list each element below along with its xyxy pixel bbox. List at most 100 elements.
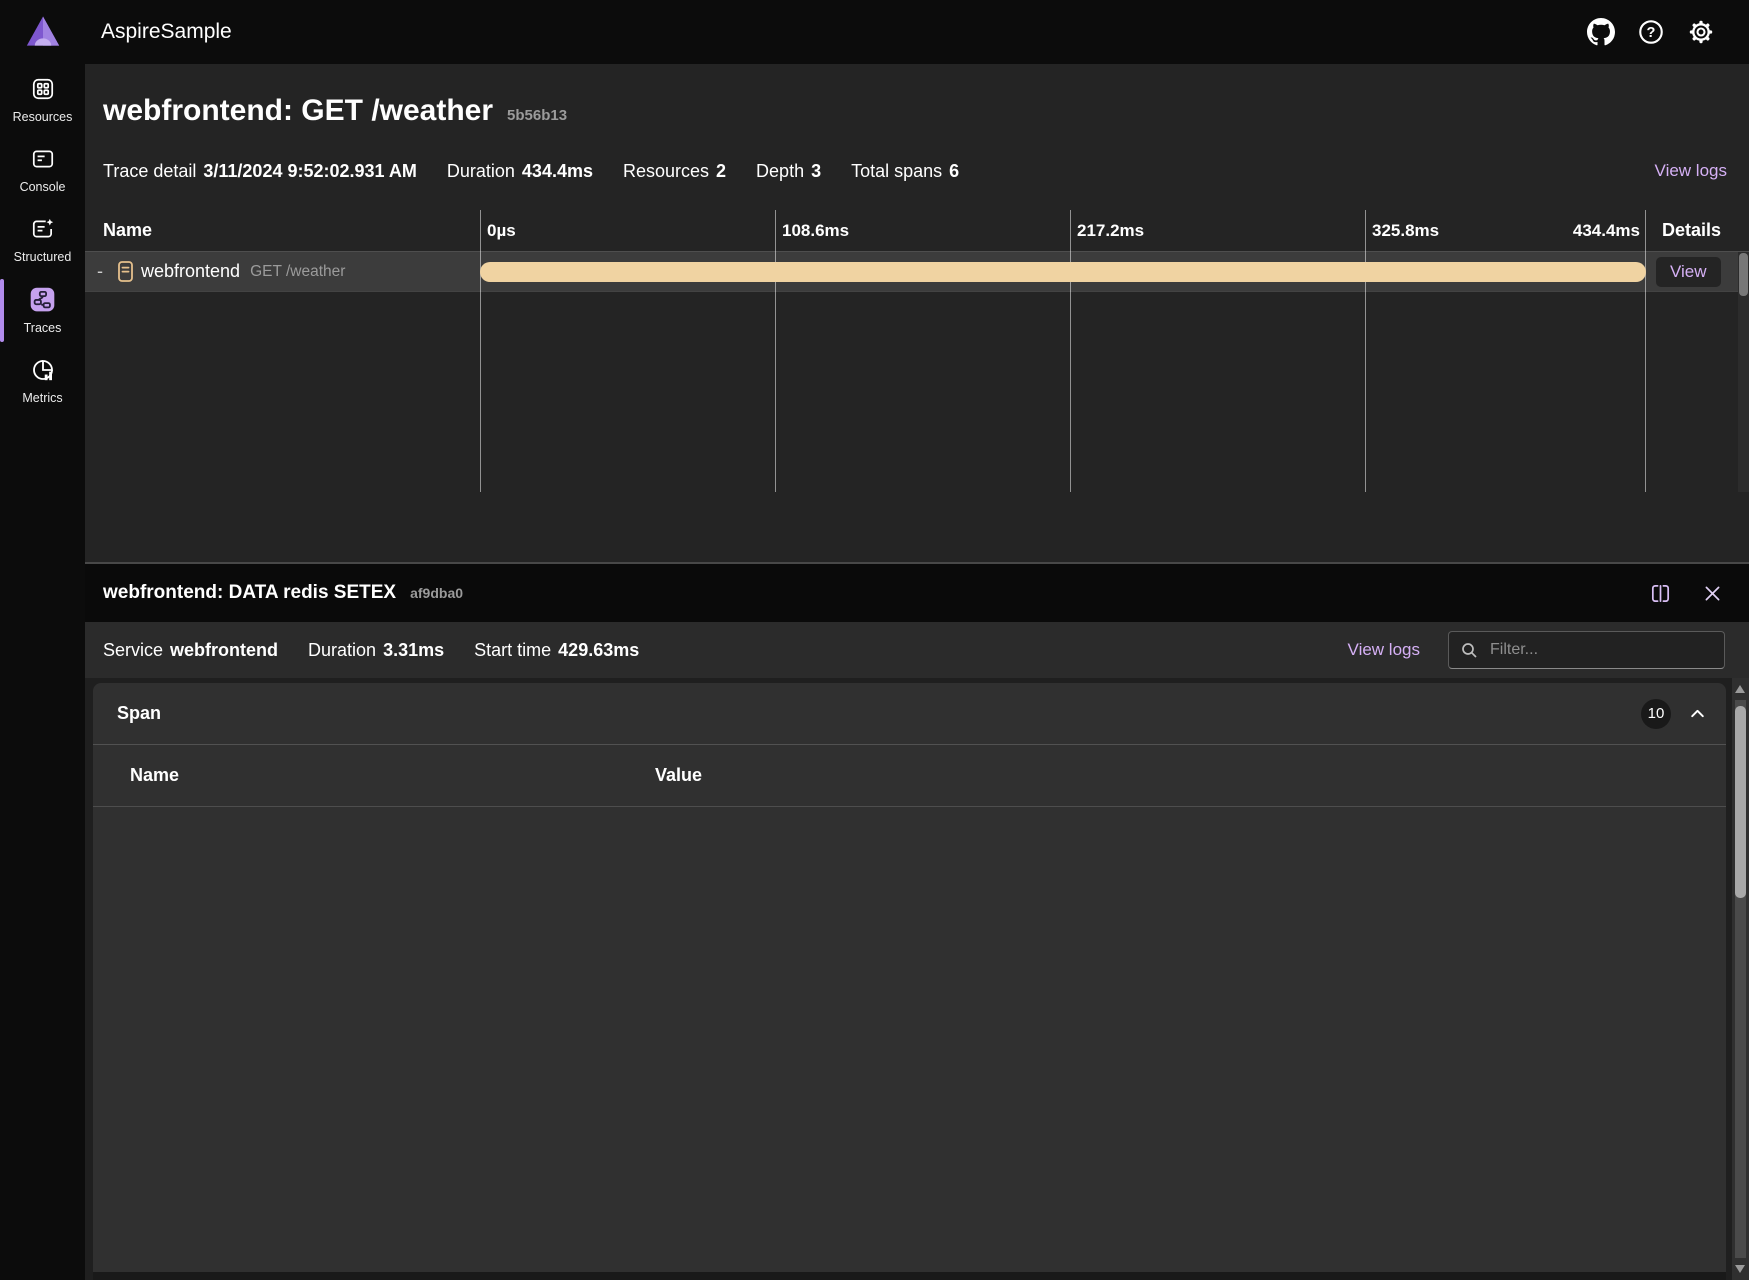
span-id-badge: af9dba0 bbox=[410, 585, 464, 601]
github-icon[interactable] bbox=[1587, 18, 1615, 46]
span-view-logs-link[interactable]: View logs bbox=[1348, 640, 1420, 660]
view-details-link[interactable]: View bbox=[1656, 256, 1721, 287]
attr-name-header: Name bbox=[130, 765, 180, 785]
sidebar-item-label: Metrics bbox=[22, 391, 63, 405]
trace-meta-item: Resources 2 bbox=[623, 161, 726, 182]
attributes-table-header: Name Value bbox=[93, 745, 1726, 807]
timeline-header: 0µs 108.6ms 217.2ms 325.8ms 434.4ms bbox=[480, 210, 1646, 251]
panel-scrollbar-thumb[interactable] bbox=[1735, 706, 1746, 898]
server-tan-icon bbox=[118, 261, 133, 282]
card-bottom-scroll-track bbox=[93, 1272, 1726, 1280]
trace-meta-item-label: Depth bbox=[756, 160, 805, 181]
scroll-up-arrow-icon[interactable] bbox=[1735, 685, 1745, 693]
timeline-tick-label: 434.4ms bbox=[1572, 221, 1640, 240]
trace-rows: - webfrontend GET /weather View bbox=[85, 252, 1749, 292]
details-cell: View bbox=[1646, 252, 1749, 291]
collapse-section-button[interactable] bbox=[1689, 705, 1706, 722]
span-panel-body: Span 10 Name Value bbox=[85, 678, 1749, 1280]
trace-scrollbar[interactable] bbox=[1738, 252, 1749, 492]
trace-meta-item: Duration 434.4ms bbox=[447, 161, 593, 182]
span-info-item-value: webfrontend bbox=[170, 639, 279, 660]
split-panel-icon[interactable] bbox=[1649, 582, 1672, 605]
item-count-badge: 10 bbox=[1641, 698, 1671, 729]
trace-row-name: - webfrontend GET /weather bbox=[85, 252, 480, 291]
service-name: webfrontend bbox=[141, 261, 241, 281]
trace-scrollbar-thumb[interactable] bbox=[1739, 253, 1748, 296]
sidebar-nav: Resources Console Structured Traces Metrics bbox=[0, 64, 85, 415]
name-column-header: Name bbox=[103, 220, 153, 240]
span-details-panel: webfrontend: DATA redis SETEX af9dba0 Se… bbox=[85, 562, 1749, 1280]
span-info-item-label: Duration bbox=[308, 639, 377, 660]
sidebar-item-label: Traces bbox=[23, 321, 62, 335]
collapse-toggle[interactable]: - bbox=[97, 261, 118, 282]
timeline-tick-label: 0µs bbox=[487, 221, 516, 240]
svg-text:?: ? bbox=[1647, 25, 1656, 41]
trace-meta-bar: Trace detail 3/11/2024 9:52:02.931 AM Dura… bbox=[85, 128, 1749, 184]
span-info-item: Duration 3.31ms bbox=[308, 640, 444, 661]
aspire-dashboard: Resources Console Structured Traces Metrics … bbox=[0, 0, 1749, 1280]
settings-gear-icon[interactable] bbox=[1687, 18, 1715, 46]
trace-meta-item-value: 2 bbox=[716, 160, 727, 181]
span-info-bar: Service webfrontend Duration 3.31ms Start ti… bbox=[85, 622, 1749, 678]
sidebar-item-label: Resources bbox=[12, 110, 73, 124]
span-info-item-value: 3.31ms bbox=[383, 639, 445, 660]
span-info-item: Service webfrontend bbox=[103, 640, 278, 661]
sidebar-item-console[interactable]: Console bbox=[0, 134, 85, 204]
console-icon bbox=[30, 146, 56, 177]
help-icon[interactable]: ? bbox=[1637, 18, 1665, 46]
timeline-tick-label: 108.6ms bbox=[781, 221, 850, 240]
panel-scrollbar[interactable] bbox=[1732, 678, 1749, 1280]
trace-meta-item-value: 3/11/2024 9:52:02.931 AM bbox=[203, 160, 417, 181]
trace-table: Name 0µs 108.6ms 217.2ms 325.8ms 434.4ms Det… bbox=[85, 210, 1749, 492]
trace-id-badge: 5b56b13 bbox=[507, 107, 568, 124]
span-info-pairs: Service webfrontend Duration 3.31ms Start ti… bbox=[103, 640, 669, 661]
sidebar-item-traces[interactable]: Traces bbox=[0, 274, 85, 345]
search-icon bbox=[1461, 642, 1478, 659]
sidebar-item-resources[interactable]: Resources bbox=[0, 64, 85, 134]
metrics-icon bbox=[30, 357, 56, 388]
sidebar-item-structured[interactable]: Structured bbox=[0, 204, 85, 274]
sidebar-item-metrics[interactable]: Metrics bbox=[0, 345, 85, 415]
span-section-title: Span bbox=[117, 703, 162, 723]
span-info-item-label: Service bbox=[103, 639, 164, 660]
aspire-logo bbox=[0, 0, 85, 64]
main-area: AspireSample ? webfrontend: GET /weather… bbox=[85, 0, 1749, 1280]
app-name: AspireSample bbox=[101, 20, 232, 43]
span-section-header: Span 10 bbox=[93, 683, 1726, 745]
trace-row[interactable]: - webfrontend GET /weather View bbox=[85, 252, 1749, 292]
trace-meta-item-label: Duration bbox=[446, 160, 515, 181]
trace-meta-item-value: 3 bbox=[811, 160, 822, 181]
sidebar: Resources Console Structured Traces Metrics bbox=[0, 0, 85, 1280]
filter-input[interactable] bbox=[1488, 640, 1714, 660]
trace-title: webfrontend: GET /weather bbox=[103, 94, 494, 127]
trace-meta-item-value: 6 bbox=[949, 160, 960, 181]
span-info-item: Start time 429.63ms bbox=[474, 640, 639, 661]
timeline-tick-label: 325.8ms bbox=[1371, 221, 1440, 240]
aspire-logo-icon bbox=[26, 16, 59, 46]
resources-icon bbox=[30, 76, 56, 107]
trace-meta-item: Trace detail 3/11/2024 9:52:02.931 AM bbox=[103, 161, 417, 182]
top-header: AspireSample ? bbox=[85, 0, 1749, 64]
filter-box[interactable] bbox=[1448, 631, 1725, 669]
trace-meta-item-label: Trace detail bbox=[103, 160, 197, 181]
scroll-down-arrow-icon[interactable] bbox=[1735, 1265, 1745, 1273]
trace-view-logs-link[interactable]: View logs bbox=[1655, 161, 1727, 181]
span-duration-bar[interactable] bbox=[480, 262, 1646, 282]
structured-icon bbox=[30, 216, 56, 247]
close-icon[interactable] bbox=[1702, 583, 1723, 604]
page-content: webfrontend: GET /weather 5b56b13 Trace … bbox=[85, 64, 1749, 1280]
sidebar-item-label: Structured bbox=[13, 250, 72, 264]
trace-meta-item: Total spans 6 bbox=[851, 161, 959, 182]
timeline-cell bbox=[480, 252, 1646, 291]
details-column-header: Details bbox=[1662, 220, 1722, 240]
span-panel-header: webfrontend: DATA redis SETEX af9dba0 bbox=[85, 564, 1749, 622]
trace-meta-item-label: Total spans bbox=[851, 160, 943, 181]
trace-meta-pairs: Trace detail 3/11/2024 9:52:02.931 AM Dura… bbox=[103, 161, 989, 182]
trace-table-header: Name 0µs 108.6ms 217.2ms 325.8ms 434.4ms Det… bbox=[85, 210, 1749, 252]
span-panel-title: webfrontend: DATA redis SETEX bbox=[103, 582, 397, 603]
sidebar-item-label: Console bbox=[19, 180, 66, 194]
span-operation-label: GET /weather bbox=[250, 262, 346, 280]
trace-meta-item-label: Resources bbox=[622, 160, 710, 181]
span-info-item-label: Start time bbox=[474, 639, 552, 660]
trace-meta-item-value: 434.4ms bbox=[521, 160, 593, 181]
